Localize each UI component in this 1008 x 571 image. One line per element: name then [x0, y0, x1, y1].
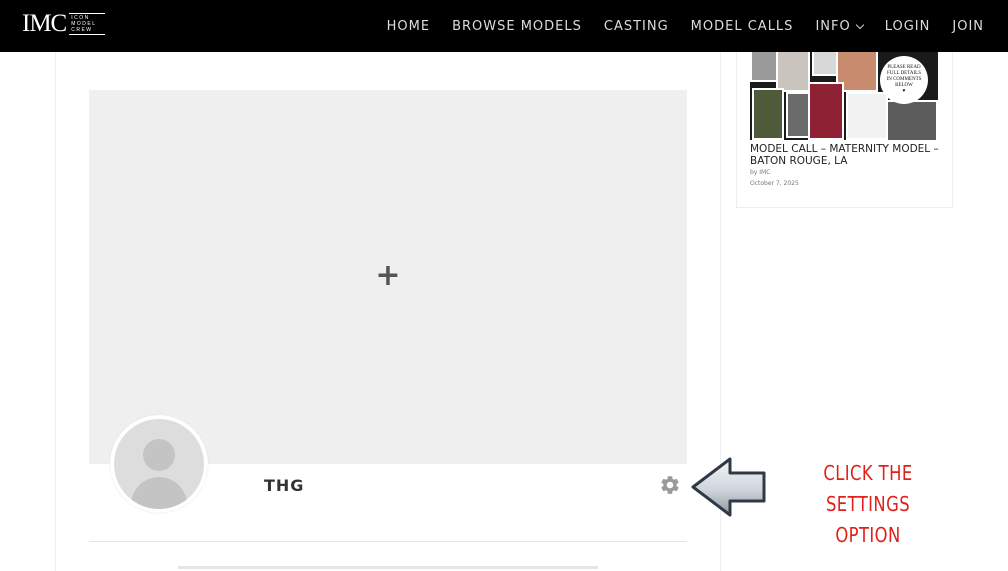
nav-join[interactable]: JOIN [952, 19, 984, 34]
nav-model-calls[interactable]: MODEL CALLS [691, 19, 794, 34]
heart-icon: ♥ [902, 89, 906, 94]
logo-sub-line: CREW [71, 27, 93, 33]
instruction-line: OPTION [835, 523, 901, 547]
site-logo[interactable]: IMC ICON MODEL CREW [22, 11, 105, 37]
nav-info[interactable]: INFO [815, 18, 864, 34]
gear-icon[interactable] [659, 474, 681, 496]
profile-tabs-bar [178, 566, 598, 569]
logo-text: IMC [22, 10, 67, 37]
top-nav-bar: IMC ICON MODEL CREW HOME BROWSE MODELS C… [0, 0, 1008, 52]
nav-browse-models[interactable]: BROWSE MODELS [452, 19, 582, 34]
photo-tile [812, 52, 838, 76]
section-divider [89, 541, 687, 542]
nav-login[interactable]: LOGIN [885, 19, 931, 34]
sidebar-post-date: October 7, 2025 [750, 180, 799, 187]
sidebar-post-author: by IMC [750, 169, 771, 176]
photo-tile [886, 100, 938, 140]
photo-tile [846, 92, 888, 140]
nav-casting[interactable]: CASTING [604, 19, 669, 34]
profile-username: THG [264, 476, 305, 495]
main-menu: HOME BROWSE MODELS CASTING MODEL CALLS I… [387, 0, 984, 52]
pointer-arrow-icon [691, 457, 766, 517]
profile-avatar[interactable] [110, 415, 208, 513]
logo-subtitle: ICON MODEL CREW [69, 13, 105, 35]
chevron-down-icon [855, 20, 864, 29]
instruction-line: CLICK THE SETTINGS [823, 461, 913, 516]
instruction-callout: CLICK THE SETTINGS OPTION [788, 458, 949, 551]
avatar-placeholder-body [131, 477, 187, 509]
sidebar-post-title[interactable]: MODEL CALL – MATERNITY MODEL – BATON ROU… [750, 143, 940, 167]
avatar-placeholder-head [143, 439, 175, 471]
photo-tile [752, 88, 784, 140]
photo-tile [776, 52, 810, 92]
photo-tile [808, 82, 844, 140]
add-cover-photo-icon[interactable]: + [375, 261, 401, 291]
sidebar-post-image[interactable]: PLEASE READ FULL DETAILS IN COMMENTS BEL… [750, 52, 938, 140]
nav-info-label: INFO [815, 18, 851, 34]
nav-home[interactable]: HOME [387, 19, 430, 34]
please-read-badge: PLEASE READ FULL DETAILS IN COMMENTS BEL… [880, 56, 928, 104]
